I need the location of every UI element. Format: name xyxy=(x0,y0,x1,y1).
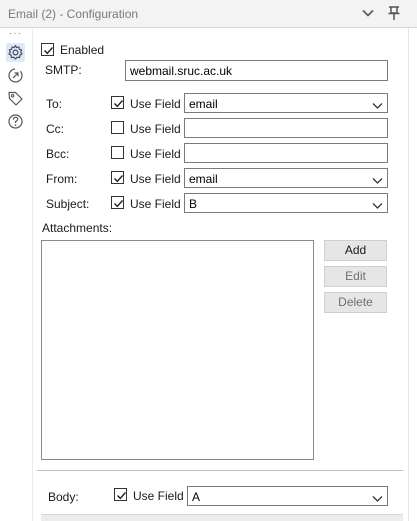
delete-attachment-button[interactable]: Delete xyxy=(324,292,387,313)
tag-icon[interactable] xyxy=(6,89,25,108)
help-icon[interactable] xyxy=(6,112,25,131)
from-label: From: xyxy=(46,172,78,186)
body-use-field-label: Use Field xyxy=(133,489,184,503)
chevron-down-icon[interactable] xyxy=(361,6,375,23)
subject-use-field-label: Use Field xyxy=(130,197,181,211)
edit-attachment-button[interactable]: Edit xyxy=(324,266,387,287)
body-field-value: A xyxy=(192,490,201,504)
title-bar: Email (2) - Configuration xyxy=(0,0,417,28)
to-field-value: email xyxy=(189,97,218,111)
section-divider xyxy=(37,470,403,471)
bcc-use-field-checkbox[interactable] xyxy=(111,146,124,159)
subject-field-select[interactable]: B xyxy=(184,193,388,213)
cc-input[interactable] xyxy=(184,118,388,138)
body-preview-strip xyxy=(41,514,403,521)
vertical-scrollbar[interactable] xyxy=(408,28,409,521)
body-label: Body: xyxy=(48,490,79,504)
from-use-field-checkbox[interactable] xyxy=(111,171,124,184)
enabled-label: Enabled xyxy=(60,43,105,57)
bcc-use-field-label: Use Field xyxy=(130,147,181,161)
window-title: Email (2) - Configuration xyxy=(8,7,139,21)
to-field-select[interactable]: email xyxy=(184,93,388,113)
attachments-list[interactable] xyxy=(41,240,314,460)
chevron-down-icon xyxy=(372,199,383,213)
add-attachment-button[interactable]: Add xyxy=(324,240,387,261)
from-field-value: email xyxy=(189,172,218,186)
smtp-input[interactable] xyxy=(125,60,388,81)
body-field-select[interactable]: A xyxy=(187,486,388,506)
attachments-label: Attachments: xyxy=(42,221,113,235)
subject-field-value: B xyxy=(189,197,198,211)
subject-use-field-checkbox[interactable] xyxy=(111,196,124,209)
pin-icon[interactable] xyxy=(386,5,402,24)
from-use-field-label: Use Field xyxy=(130,172,181,186)
cc-use-field-label: Use Field xyxy=(130,122,181,136)
rail-divider xyxy=(32,28,33,521)
smtp-label: SMTP: xyxy=(45,63,82,77)
bcc-input[interactable] xyxy=(184,143,388,163)
subject-label: Subject: xyxy=(46,197,90,211)
to-use-field-label: Use Field xyxy=(130,97,181,111)
gear-icon[interactable] xyxy=(6,43,25,62)
to-use-field-checkbox[interactable] xyxy=(111,96,124,109)
enabled-checkbox[interactable] xyxy=(41,43,54,56)
bcc-label: Bcc: xyxy=(46,147,70,161)
cc-use-field-checkbox[interactable] xyxy=(111,121,124,134)
from-field-select[interactable]: email xyxy=(184,168,388,188)
connection-icon[interactable] xyxy=(6,66,25,85)
cc-label: Cc: xyxy=(46,122,64,136)
tool-rail xyxy=(0,38,32,521)
chevron-down-icon xyxy=(372,492,383,506)
to-label: To: xyxy=(46,97,63,111)
chevron-down-icon xyxy=(372,99,383,113)
body-use-field-checkbox[interactable] xyxy=(114,488,127,501)
chevron-down-icon xyxy=(372,174,383,188)
